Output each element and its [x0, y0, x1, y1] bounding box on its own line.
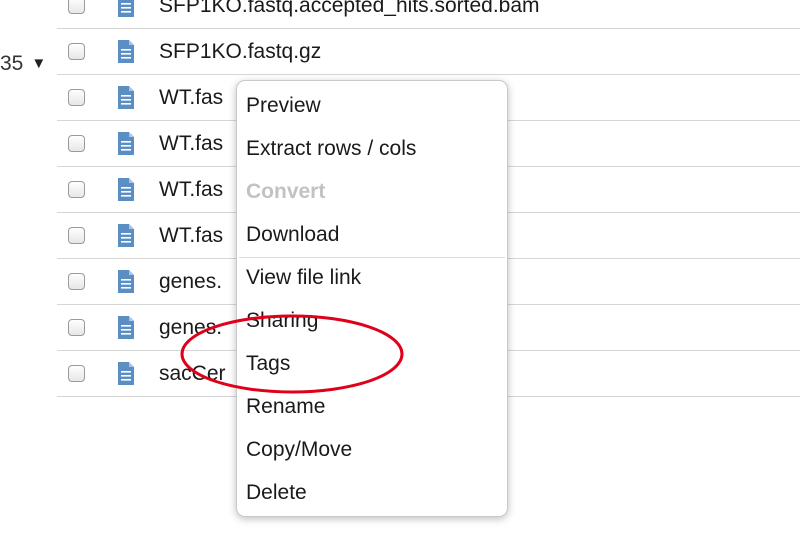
row-checkbox[interactable]: [68, 43, 85, 60]
document-icon: [118, 132, 134, 155]
menu-item-preview[interactable]: Preview: [237, 89, 507, 132]
triangle-down-icon[interactable]: ▼: [31, 55, 46, 72]
row-checkbox[interactable]: [68, 273, 85, 290]
table-row[interactable]: SFP1KO.fastq.gz: [57, 29, 800, 75]
menu-item-copy-move[interactable]: Copy/Move: [237, 433, 507, 476]
document-icon: [118, 178, 134, 201]
menu-item-view-file-link[interactable]: View file link: [237, 261, 507, 304]
folder-count-label: 35: [0, 52, 24, 75]
context-menu: Preview Extract rows / cols Convert Down…: [236, 80, 508, 517]
row-checkbox[interactable]: [68, 365, 85, 382]
document-icon: [118, 40, 134, 63]
row-checkbox[interactable]: [68, 181, 85, 198]
file-name[interactable]: genes.: [159, 316, 222, 340]
file-name[interactable]: genes.: [159, 270, 222, 294]
document-icon: [118, 362, 134, 385]
menu-item-rename[interactable]: Rename: [237, 390, 507, 433]
file-name[interactable]: WT.fas: [159, 132, 223, 156]
menu-item-tags[interactable]: Tags: [237, 347, 507, 390]
menu-divider: [239, 257, 505, 258]
file-name[interactable]: WT.fas: [159, 224, 223, 248]
row-checkbox[interactable]: [68, 0, 85, 14]
table-row[interactable]: SFP1KO.fastq.accepted_hits.sorted.bam: [57, 0, 800, 29]
file-name[interactable]: WT.fas: [159, 178, 223, 202]
file-browser: 35 ▼ SFP1KO.fastq.accepted_hits.sorted.b…: [0, 0, 800, 545]
document-icon: [118, 224, 134, 247]
file-name[interactable]: SFP1KO.fastq.gz: [159, 40, 321, 64]
menu-item-convert: Convert: [246, 180, 326, 203]
menu-item-sharing[interactable]: Sharing: [237, 304, 507, 347]
row-checkbox[interactable]: [68, 89, 85, 106]
row-checkbox[interactable]: [68, 227, 85, 244]
document-icon: [118, 0, 134, 17]
file-name[interactable]: WT.fas: [159, 86, 223, 110]
file-name[interactable]: SFP1KO.fastq.accepted_hits.sorted.bam: [159, 0, 540, 18]
file-name[interactable]: sacCer: [159, 362, 226, 386]
folder-item-count[interactable]: 35 ▼: [0, 52, 46, 76]
document-icon: [118, 86, 134, 109]
row-checkbox[interactable]: [68, 135, 85, 152]
menu-item-extract-rows-cols[interactable]: Extract rows / cols: [237, 132, 507, 175]
menu-item-download[interactable]: Download: [237, 218, 507, 261]
row-checkbox[interactable]: [68, 319, 85, 336]
document-icon: [118, 316, 134, 339]
document-icon: [118, 270, 134, 293]
menu-item-delete[interactable]: Delete: [237, 476, 507, 519]
